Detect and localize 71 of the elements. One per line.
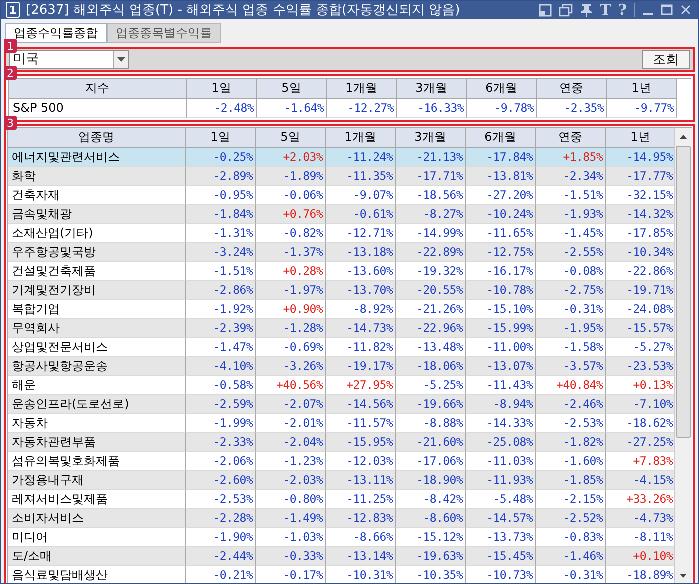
column-header: 연중 [536,128,606,148]
toolbar-text-button[interactable]: T [600,2,612,18]
table-row[interactable]: 우주항공및국방 -3.24% -1.37% -13.18% -22.89% -12.75% -2.55% -10.34% [8,243,674,262]
tab[interactable]: 업종수익률종합 [5,23,107,43]
table-row[interactable]: 복합기업 -1.92% +0.90% -8.92% -21.26% -15.10% -0.31% -24.08% [8,300,674,319]
scroll-thumb[interactable] [676,146,691,438]
table-cell: -0.17% [256,566,326,583]
pin-icon[interactable] [580,3,594,17]
table-row[interactable]: 레져서비스및제품 -2.53% -0.80% -11.25% -8.42% -5.48% -2.15% +33.26% [8,490,674,509]
section-badge: 3 [4,116,17,130]
table-row[interactable]: 운송인프라(도로선로) -2.59% -2.07% -14.56% -19.66% -8.94% -2.46% -7.10% [8,395,674,414]
table-row[interactable]: 무역회사 -2.39% -1.28% -14.73% -22.96% -15.99% -1.95% -15.57% [8,319,674,338]
market-dropdown[interactable]: 미국 [9,50,129,69]
column-header: 6개월 [467,79,537,99]
toolbar-text-button[interactable]: ? [618,2,627,18]
table-row[interactable]: 건축자재 -0.95% -0.06% -9.07% -18.56% -27.20% -1.51% -32.15% [8,186,674,205]
query-button[interactable]: 조회 [642,50,690,69]
table-row[interactable]: 자동차 -1.99% -2.01% -11.57% -8.88% -14.33% -2.53% -18.62% [8,414,674,433]
table-cell: -10.31% [326,566,396,583]
column-header: 1일 [186,128,256,148]
window-number: 1 [6,2,20,18]
column-header: 5일 [257,79,327,99]
table-row[interactable]: 가정용내구재 -2.60% -2.03% -13.11% -18.90% -11.93% -1.85% -4.15% [8,471,674,490]
table-row[interactable]: 에너지및관련서비스 -0.25% +2.03% -11.24% -21.13% -17.84% +1.85% -14.95% [8,148,674,167]
table-row[interactable]: 자동차관련부품 -2.33% -2.04% -15.95% -21.60% -25.08% -1.82% -27.25% [8,433,674,452]
table-row[interactable]: 소비자서비스 -2.28% -1.49% -12.83% -8.60% -14.57% -2.52% -4.73% [8,509,674,528]
table-cell: -16.33% [397,99,467,118]
column-header: 연중 [537,79,607,99]
layout-icon[interactable] [539,4,552,16]
column-header: 업종명 [8,128,186,148]
window-title: [2637] 해외주식 업종(T) - 해외주식 업종 수익률 종합(자동갱신되지 않음) [26,2,462,19]
table-row[interactable]: 기계및전기장비 -2.86% -1.97% -13.70% -20.55% -10.78% -2.75% -19.71% [8,281,674,300]
table-row[interactable]: 상업및전문서비스 -1.47% -0.69% -11.82% -13.48% -11.00% -1.58% -5.27% [8,338,674,357]
table-cell: -12.27% [327,99,397,118]
column-header: 5일 [256,128,326,148]
caret-icon [116,57,126,62]
table-row[interactable]: 섬유의복및호화제품 -2.06% -1.23% -12.03% -17.06% -11.03% -1.60% +7.83% [8,452,674,471]
table-cell: -2.48% [187,99,257,118]
table-cell: -10.35% [396,566,466,583]
column-header: 지수 [9,79,187,99]
table-cell: -2.35% [537,99,607,118]
column-header: 6개월 [466,128,536,148]
column-header: 1년 [606,128,674,148]
close-icon[interactable] [680,4,692,16]
table-row[interactable]: 소재산업(기타) -1.31% -0.82% -12.71% -14.99% -11.65% -1.45% -17.85% [8,224,674,243]
scrollbar[interactable] [674,127,692,583]
section-badge: 2 [4,66,17,80]
table-row[interactable]: 도/소매 -2.44% -0.33% -13.14% -19.63% -15.45% -1.46% +0.10% [8,547,674,566]
maximize-icon[interactable] [661,4,673,16]
table-cell: -1.64% [257,99,327,118]
tab[interactable]: 업종종목별수익률 [107,23,221,43]
table-row[interactable]: 미디어 -1.90% -1.03% -8.66% -15.12% -13.73% -0.83% -8.11% [8,528,674,547]
column-header: 3개월 [396,128,466,148]
column-header: 1개월 [327,79,397,99]
table-row[interactable]: 항공사및항공운송 -4.10% -3.26% -19.17% -18.06% -13.07% -3.57% -23.53% [8,357,674,376]
column-header: 1개월 [326,128,396,148]
table-row[interactable]: 화학 -2.89% -1.89% -11.35% -17.71% -13.81% -2.34% -17.77% [8,167,674,186]
table-cell: -10.73% [466,566,536,583]
table-cell: -0.31% [536,566,606,583]
windows-icon[interactable] [559,4,574,16]
column-header: 1일 [187,79,257,99]
table-row[interactable]: 금속및채광 -1.84% +0.76% -0.61% -8.27% -10.24% -1.93% -14.32% [8,205,674,224]
table-cell: -9.77% [607,99,677,118]
table-row[interactable]: 건설및건축제품 -1.51% +0.28% -13.60% -19.32% -16.17% -0.08% -22.86% [8,262,674,281]
table-row[interactable]: 해운 -0.58% +40.56% +27.95% -5.25% -11.43% +40.84% +0.13% [8,376,674,395]
table-cell: -0.21% [186,566,256,583]
column-header: 1년 [607,79,677,99]
section-badge: 1 [4,39,17,53]
column-header: 3개월 [397,79,467,99]
table-cell: 음식료및담배생산 [8,566,186,583]
table-cell: -9.78% [467,99,537,118]
